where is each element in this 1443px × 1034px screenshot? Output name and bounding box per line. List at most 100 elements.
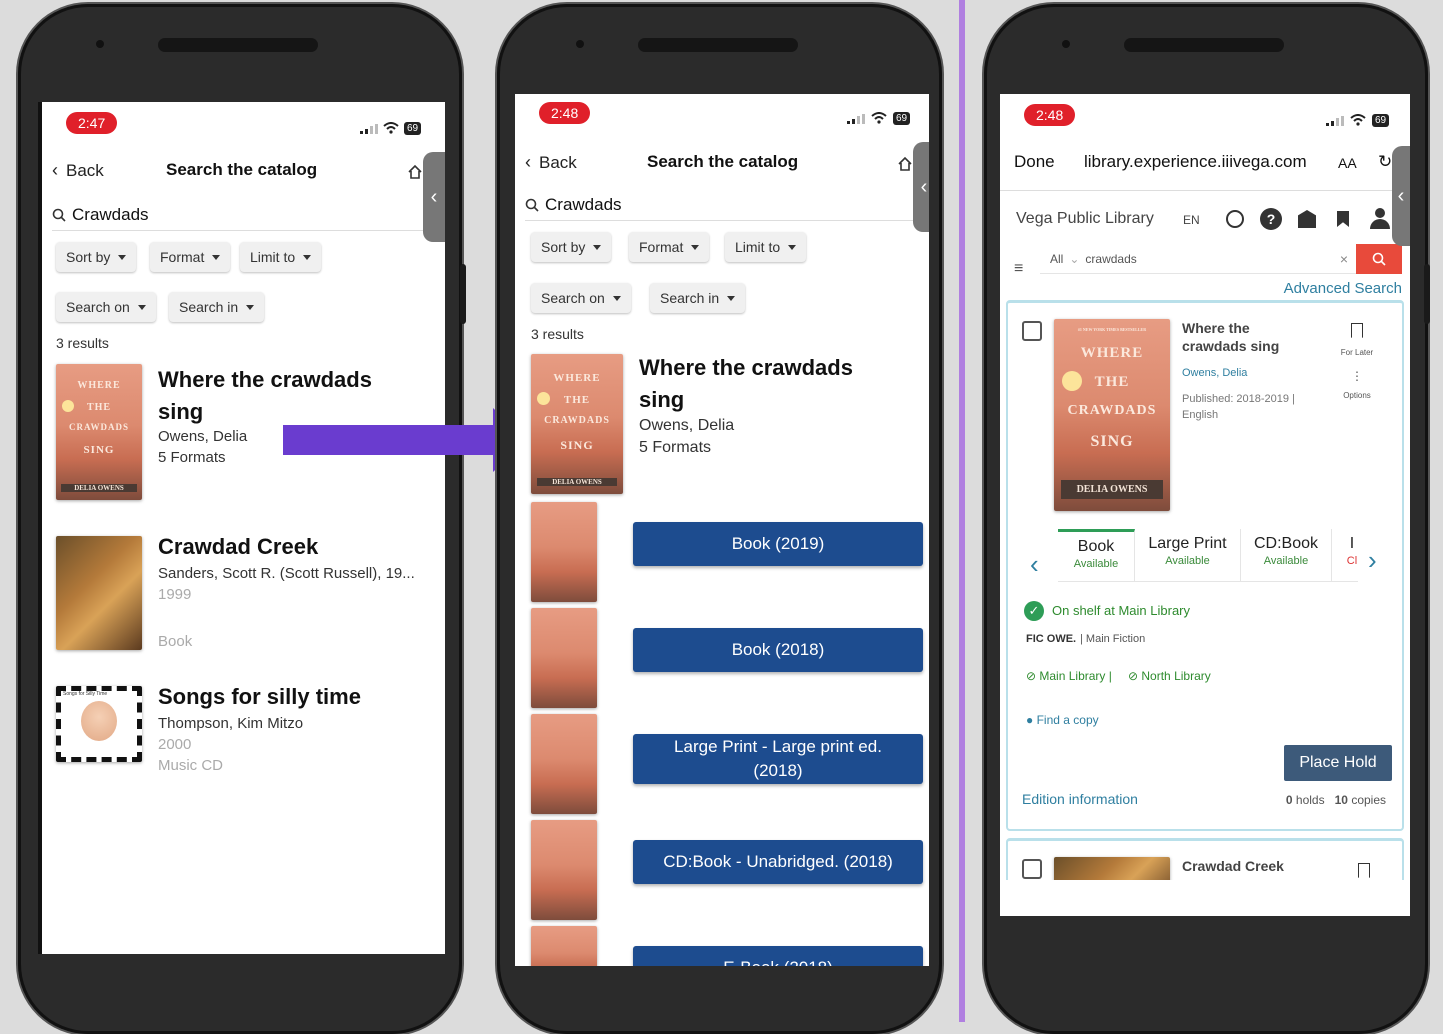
search-in-dropdown[interactable]: Search in (169, 292, 265, 322)
bookmark-icon[interactable] (1337, 211, 1349, 227)
accessibility-icon[interactable] (1226, 210, 1244, 228)
edition-information-link[interactable]: Edition information (1022, 791, 1138, 807)
bookmark-outline-icon (1351, 323, 1363, 338)
search-button[interactable] (1356, 244, 1402, 274)
copies-label: copies (1351, 793, 1386, 807)
book-cover[interactable]: WHERE THE CRAWDADS SING DELIA OWENS (56, 364, 142, 500)
search-icon (525, 198, 539, 212)
limit-to-dropdown[interactable]: Limit to (725, 232, 807, 262)
user-icon[interactable] (1370, 208, 1390, 230)
text-size-button[interactable]: AA (1338, 155, 1357, 171)
book-title[interactable]: Songs for silly time (158, 684, 361, 710)
result-title[interactable]: Where the crawdads sing (1182, 319, 1279, 355)
format-button-ebook[interactable]: E-Book (2018) (633, 946, 923, 966)
clear-icon[interactable]: × (1340, 251, 1348, 267)
cover-author: DELIA OWENS (61, 483, 137, 492)
done-button[interactable]: Done (1014, 152, 1055, 172)
advanced-search-link[interactable]: Advanced Search (1284, 280, 1402, 297)
side-drawer-tab[interactable]: ‹ (423, 152, 445, 242)
home-icon[interactable] (407, 164, 423, 180)
phone-screen-2: 2:48 69 ‹ Back Search the catalog Crawdad… (515, 94, 929, 966)
format-button-book-2018[interactable]: Book (2018) (633, 628, 923, 672)
book-cover[interactable]: Songs for Silly Time (56, 686, 142, 762)
format-button-cd-book[interactable]: CD:Book - Unabridged. (2018) (633, 840, 923, 884)
book-cover[interactable]: WHERE THE CRAWDADS SING DELIA OWENS (531, 354, 623, 494)
back-button[interactable]: ‹ Back (52, 160, 104, 181)
cover-text: WHERE (77, 380, 121, 391)
help-icon[interactable]: ? (1260, 208, 1282, 230)
book-cover[interactable] (56, 536, 142, 650)
tabs-prev-arrow[interactable]: ‹ (1030, 549, 1039, 580)
screen-bottom-cover (1000, 880, 1410, 916)
sort-by-dropdown[interactable]: Sort by (56, 242, 137, 272)
search-on-dropdown[interactable]: Search on (531, 283, 631, 313)
limit-to-label: Limit to (250, 249, 296, 265)
search-value: crawdads (1085, 251, 1137, 266)
branch-main-library[interactable]: ⊘ Main Library | (1026, 669, 1112, 683)
back-label: Back (539, 152, 577, 172)
phone-frame-1: 2:47 69 ‹ Back Search the catalog Crawdad… (18, 4, 466, 1034)
library-icon[interactable] (1298, 210, 1316, 228)
search-input[interactable]: Crawdads (525, 190, 919, 221)
search-in-dropdown[interactable]: Search in (650, 283, 746, 313)
holds-count: 0 (1285, 793, 1293, 807)
book-title-line: Where the crawdads (158, 367, 372, 392)
format-tab-large-print[interactable]: Large Print Available (1135, 529, 1241, 581)
url-field[interactable]: library.experience.iiivega.com (1084, 152, 1307, 172)
result-title[interactable]: Crawdad Creek (1182, 858, 1284, 874)
tabs-next-arrow[interactable]: › (1368, 545, 1377, 576)
search-on-dropdown[interactable]: Search on (56, 292, 156, 322)
branch-north-library[interactable]: ⊘ North Library (1128, 669, 1211, 683)
side-drawer-tab[interactable]: ‹ (1392, 146, 1410, 246)
cover-text: SING (560, 438, 594, 452)
search-scope[interactable]: All (1050, 252, 1063, 266)
reload-icon[interactable]: ↻ (1378, 152, 1392, 172)
format-cover-thumb (531, 608, 597, 708)
caret-down-icon (727, 295, 736, 301)
caret-down-icon (612, 295, 621, 301)
cover-text: THE (86, 402, 112, 413)
find-a-copy-label: Find a copy (1036, 713, 1099, 727)
format-dropdown[interactable]: Format (629, 232, 710, 262)
select-checkbox[interactable] (1022, 321, 1042, 341)
search-input[interactable]: Crawdads (52, 200, 435, 231)
language-selector[interactable]: EN (1183, 213, 1200, 227)
side-drawer-tab[interactable]: ‹ (913, 142, 929, 232)
tab-label: CD:Book (1253, 535, 1319, 552)
save-for-later-button[interactable]: For Later (1332, 323, 1382, 357)
options-button[interactable]: ⋮ Options (1332, 370, 1382, 400)
format-tab-cd-book[interactable]: CD:Book Available (1241, 529, 1332, 581)
copies-count: 10 (1334, 793, 1348, 807)
book-title[interactable]: Where the crawdads sing (639, 352, 853, 416)
tab-label: Book (1077, 538, 1115, 555)
bookmark-outline-icon[interactable] (1358, 863, 1370, 878)
phone-screen-3: 2:48 69 Done library.experience.iiivega.… (1000, 94, 1410, 916)
battery-icon: 69 (893, 112, 911, 125)
catalog-search-input[interactable]: All ⌄ crawdads × (1040, 244, 1356, 274)
status-bar: 2:48 69 (1000, 94, 1410, 134)
find-a-copy-link[interactable]: ● Find a copy (1026, 713, 1099, 727)
book-title[interactable]: Crawdad Creek (158, 534, 318, 560)
format-tab-partial[interactable]: I Cl (1332, 529, 1358, 581)
book-author: Owens, Delia (639, 417, 735, 434)
format-cover-thumb (531, 502, 597, 602)
format-label: Format (160, 249, 205, 265)
home-icon[interactable] (897, 156, 913, 172)
select-checkbox[interactable] (1022, 859, 1042, 879)
caret-down-icon (593, 244, 602, 250)
back-button[interactable]: ‹ Back (525, 152, 577, 173)
limit-to-dropdown[interactable]: Limit to (240, 242, 322, 272)
format-button-book-2019[interactable]: Book (2019) (633, 522, 923, 566)
book-type: Music CD (158, 757, 224, 774)
format-dropdown[interactable]: Format (150, 242, 231, 272)
holds-copies: 0 holds 10 copies (1286, 793, 1386, 807)
format-button-large-print[interactable]: Large Print - Large print ed. (2018) (633, 734, 923, 784)
map-pin-icon: ● (1026, 713, 1034, 727)
result-author[interactable]: Owens, Delia (1182, 367, 1247, 379)
sort-by-dropdown[interactable]: Sort by (531, 232, 612, 262)
format-tab-book[interactable]: Book Available (1058, 529, 1135, 581)
menu-icon[interactable]: ≡ (1014, 260, 1023, 278)
book-cover[interactable]: #1 NEW YORK TIMES BESTSELLER WHERE THE C… (1054, 319, 1170, 511)
library-name[interactable]: Vega Public Library (1016, 210, 1154, 228)
place-hold-button[interactable]: Place Hold (1284, 745, 1392, 781)
